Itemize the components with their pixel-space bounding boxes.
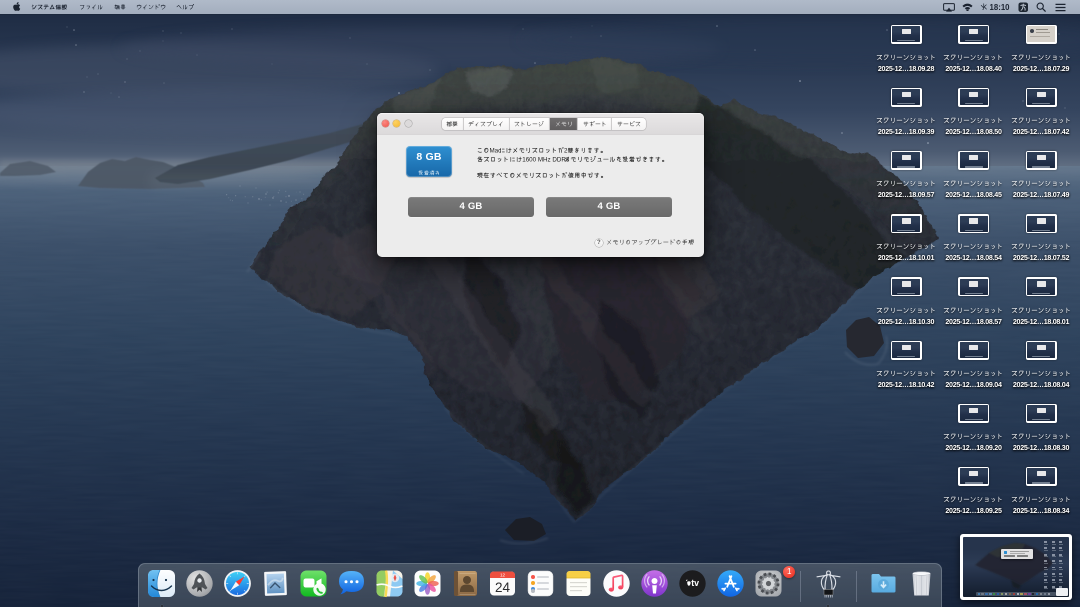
svg-text:12: 12 [500, 573, 506, 578]
svg-text:Mac: Mac [489, 147, 501, 153]
svg-text:tv: tv [691, 578, 699, 588]
svg-text:1600 MHz DDR3: 1600 MHz DDR3 [522, 157, 570, 163]
svg-text:24: 24 [495, 580, 511, 595]
svg-text:2: 2 [564, 147, 568, 153]
